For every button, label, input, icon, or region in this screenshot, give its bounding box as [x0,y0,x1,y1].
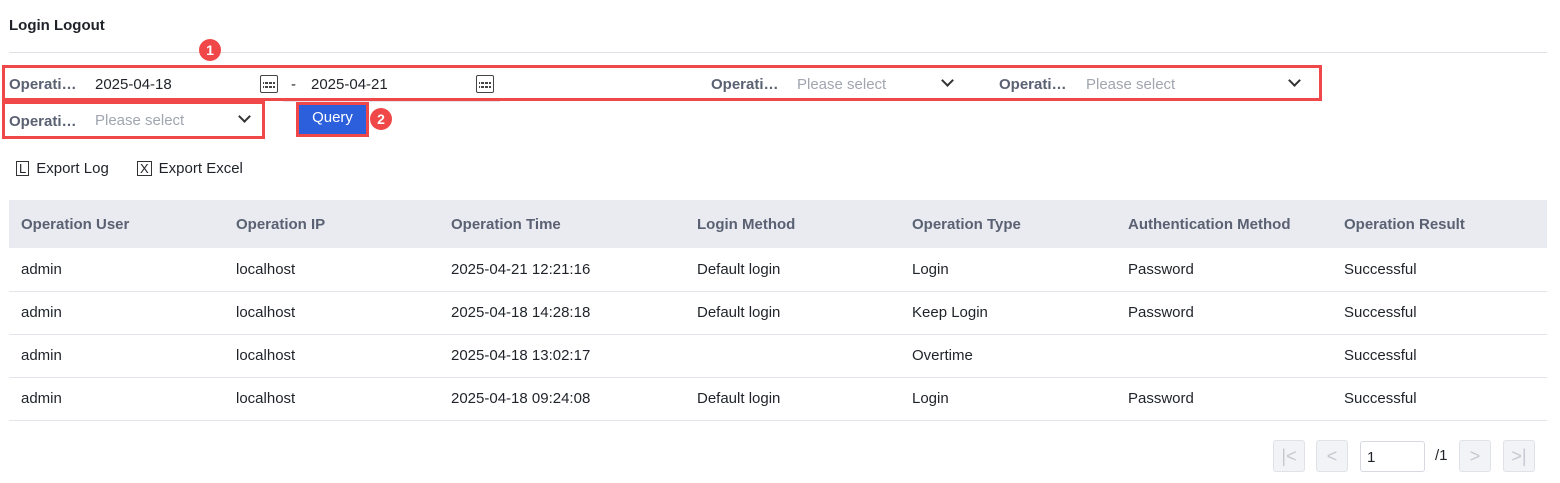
table-cell: Default login [685,291,900,335]
last-page-button[interactable]: >| [1503,440,1535,472]
table-cell: Successful [1332,377,1547,421]
page-title: Login Logout [9,17,105,34]
table-cell: Default login [685,377,900,421]
table-row[interactable]: admin localhost 2025-04-18 09:24:08 Default… [9,377,1547,421]
export-excel-icon: X [137,161,152,176]
column-header[interactable]: Operation IP [224,200,439,248]
column-header[interactable]: Operation User [9,200,224,248]
next-page-button[interactable]: > [1459,440,1491,472]
table-cell: 2025-04-18 09:24:08 [439,377,685,421]
table-cell: Login [900,248,1116,292]
table-cell: 2025-04-18 14:28:18 [439,291,685,335]
export-log-label: Export Log [36,160,109,177]
table-cell [685,334,900,378]
table-cell: localhost [224,334,439,378]
annotation-badge-1: 1 [199,39,221,61]
table-row[interactable]: admin localhost 2025-04-18 13:02:17 Overtim… [9,334,1547,378]
column-header[interactable]: Operation Type [900,200,1116,248]
table-row[interactable]: admin localhost 2025-04-21 12:21:16 Default… [9,248,1547,292]
table-cell: Successful [1332,291,1547,335]
table-cell: admin [9,334,224,378]
export-log-button[interactable]: L Export Log [16,160,109,177]
table-cell: Default login [685,248,900,292]
column-header[interactable]: Operation Time [439,200,685,248]
table-cell: Successful [1332,248,1547,292]
date-separator: - [291,76,296,93]
table-cell: localhost [224,248,439,292]
table-cell: Password [1116,248,1332,292]
table-cell [1116,334,1332,378]
filter3-select[interactable]: Please select [1086,76,1175,93]
first-page-button[interactable]: |< [1273,440,1305,472]
table-cell: localhost [224,377,439,421]
filter4-select[interactable]: Please select [95,112,184,129]
date-end-input[interactable]: 2025-04-21 [311,76,388,93]
divider [9,52,1547,53]
table-cell: Overtime [900,334,1116,378]
table-cell: admin [9,377,224,421]
table-cell: 2025-04-18 13:02:17 [439,334,685,378]
export-excel-button[interactable]: X Export Excel [137,160,243,177]
filter2-label: Operati… [711,76,779,93]
page-input[interactable]: 1 [1360,441,1425,472]
calendar-icon[interactable] [476,75,494,93]
prev-page-button[interactable]: < [1316,440,1348,472]
column-header[interactable]: Authentication Method [1116,200,1332,248]
date-start-input[interactable]: 2025-04-18 [95,76,172,93]
operation-time-label: Operati… [9,76,77,93]
table-cell: admin [9,248,224,292]
table-cell: Successful [1332,334,1547,378]
annotation-badge-2: 2 [370,108,392,130]
table-cell: Keep Login [900,291,1116,335]
table-cell: Login [900,377,1116,421]
table-cell: Password [1116,377,1332,421]
page-total: /1 [1435,447,1448,464]
column-header[interactable]: Operation Result [1332,200,1547,248]
filter2-select[interactable]: Please select [797,76,886,93]
table-cell: localhost [224,291,439,335]
table-row[interactable]: admin localhost 2025-04-18 14:28:18 Default… [9,291,1547,335]
export-excel-label: Export Excel [158,160,243,177]
calendar-icon[interactable] [260,75,278,93]
column-header[interactable]: Login Method [685,200,900,248]
log-table: Operation User Operation IP Operation Ti… [9,200,1547,421]
filter3-label: Operati… [999,76,1067,93]
query-button[interactable]: Query [299,105,366,134]
table-cell: Password [1116,291,1332,335]
table-cell: admin [9,291,224,335]
table-cell: 2025-04-21 12:21:16 [439,248,685,292]
filter4-label: Operati… [9,113,77,130]
export-log-icon: L [16,161,30,176]
